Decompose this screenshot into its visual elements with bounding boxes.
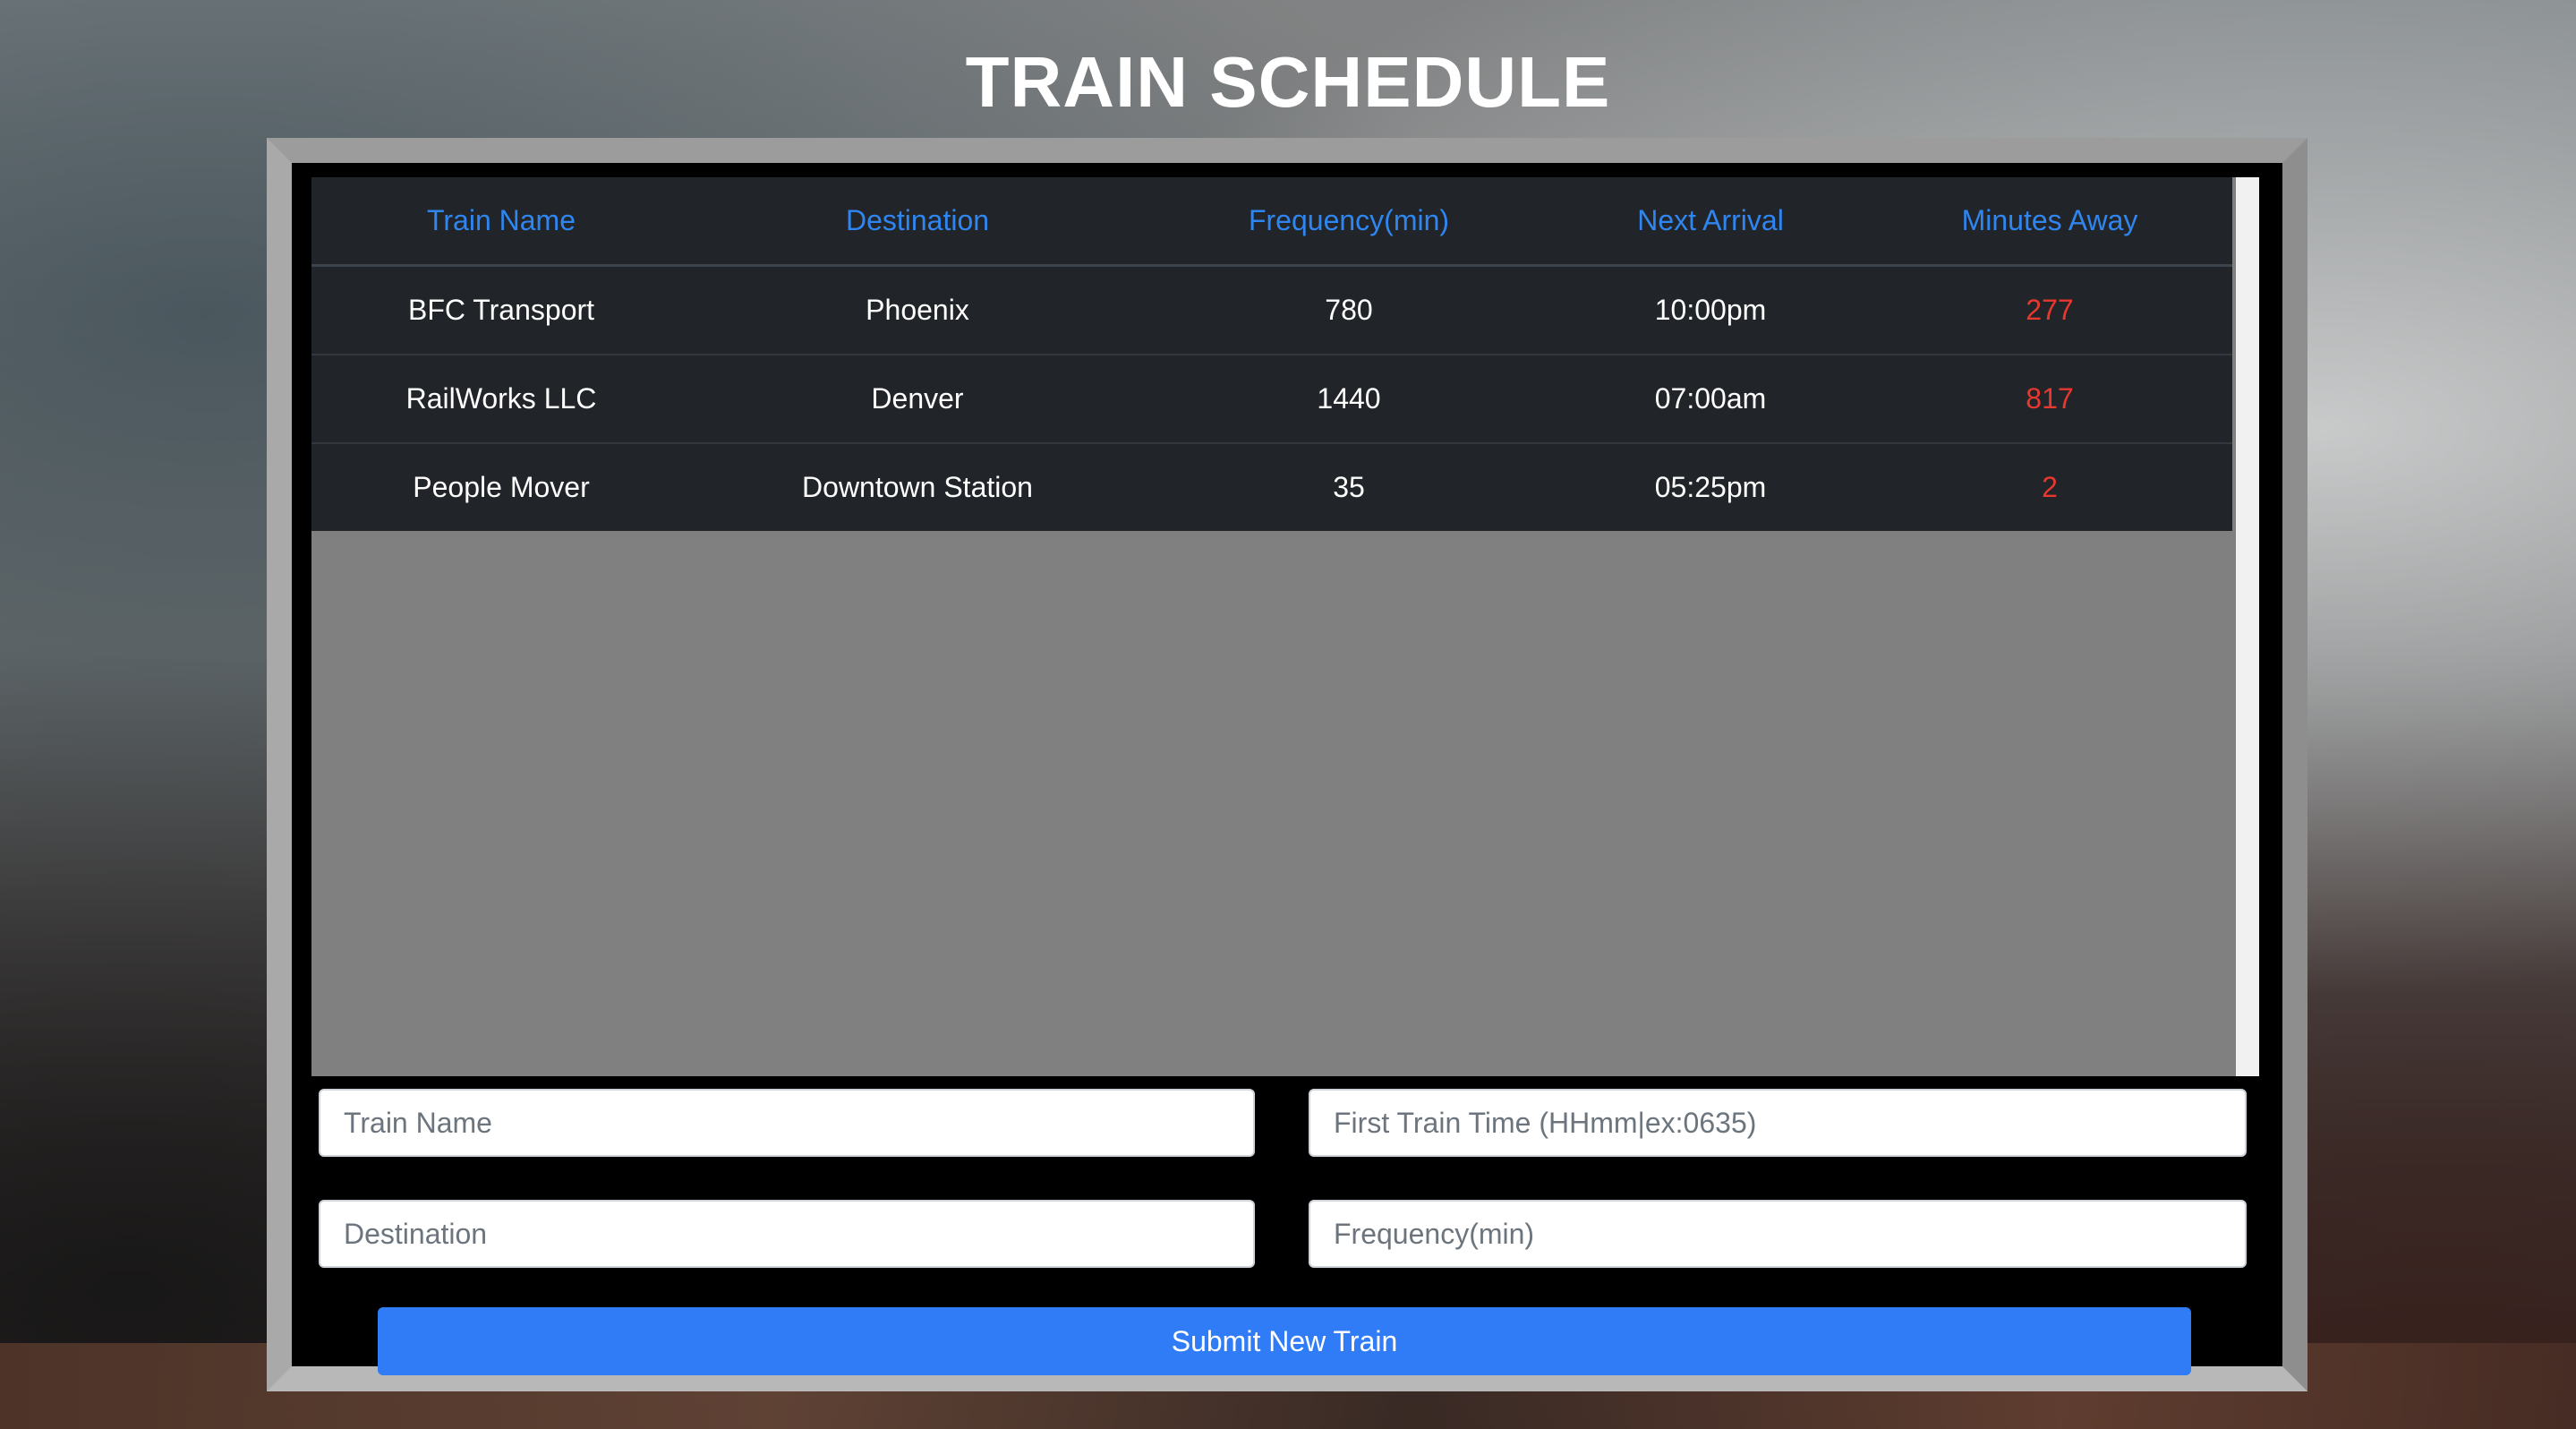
schedule-table-panel: Train Name Destination Frequency(min) Ne… [311, 177, 2259, 1076]
table-row: RailWorks LLC Denver 1440 07:00am 817 [311, 354, 2232, 443]
cell-next-arrival: 10:00pm [1554, 264, 1867, 355]
submit-new-train-button[interactable]: Submit New Train [378, 1307, 2191, 1375]
schedule-frame: Train Name Destination Frequency(min) Ne… [267, 138, 2307, 1391]
column-header-next-arrival: Next Arrival [1554, 177, 1867, 267]
column-header-train-name: Train Name [311, 177, 691, 267]
column-header-frequency: Frequency(min) [1144, 177, 1554, 267]
cell-frequency: 1440 [1144, 354, 1554, 443]
cell-train-name: People Mover [311, 442, 691, 531]
train-name-input[interactable] [319, 1089, 1255, 1157]
cell-next-arrival: 07:00am [1554, 354, 1867, 443]
cell-train-name: RailWorks LLC [311, 354, 691, 443]
cell-next-arrival: 05:25pm [1554, 442, 1867, 531]
table-row: People Mover Downtown Station 35 05:25pm… [311, 442, 2232, 531]
page-title: TRAIN SCHEDULE [965, 42, 1611, 122]
cell-minutes-away: 817 [1867, 354, 2232, 443]
cell-minutes-away: 277 [1867, 264, 2232, 355]
cell-destination: Denver [691, 354, 1144, 443]
table-header-row: Train Name Destination Frequency(min) Ne… [311, 177, 2232, 267]
cell-frequency: 35 [1144, 442, 1554, 531]
cell-minutes-away: 2 [1867, 442, 2232, 531]
cell-destination: Downtown Station [691, 442, 1144, 531]
cell-train-name: BFC Transport [311, 264, 691, 355]
destination-input[interactable] [319, 1200, 1255, 1268]
column-header-minutes-away: Minutes Away [1867, 177, 2232, 267]
column-header-destination: Destination [691, 177, 1144, 267]
cell-destination: Phoenix [691, 264, 1144, 355]
table-scrollbar[interactable] [2236, 177, 2259, 1076]
first-train-time-input[interactable] [1309, 1089, 2247, 1157]
cell-frequency: 780 [1144, 264, 1554, 355]
schedule-table: Train Name Destination Frequency(min) Ne… [311, 177, 2232, 531]
frequency-input[interactable] [1309, 1200, 2247, 1268]
table-row: BFC Transport Phoenix 780 10:00pm 277 [311, 264, 2232, 355]
